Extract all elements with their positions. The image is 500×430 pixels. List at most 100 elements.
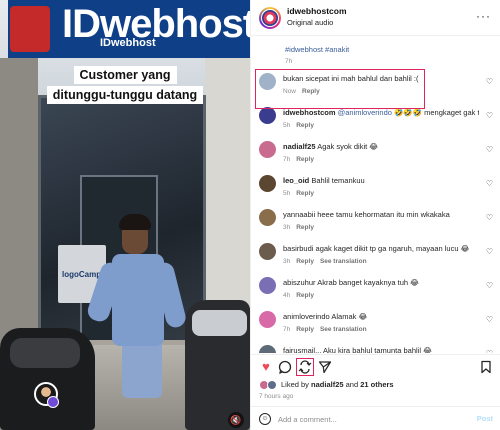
comment-time: 5h — [283, 122, 291, 129]
comment-mention[interactable]: @animloverindo — [338, 108, 392, 117]
more-horizontal-icon[interactable]: ··· — [476, 9, 491, 23]
like-heart-icon[interactable]: ♥ — [259, 360, 273, 374]
caption-time: 7h — [285, 58, 293, 65]
comment-like-heart-icon[interactable]: ♡ — [486, 77, 493, 86]
commenter-avatar[interactable] — [259, 345, 276, 353]
comment-row: leo_oid Bahlil temankuu 5h Reply ♡ — [251, 173, 500, 205]
commenter-avatar[interactable] — [259, 277, 276, 294]
audio-label[interactable]: Original audio — [287, 18, 333, 27]
comment-time: 7h — [283, 156, 291, 163]
mute-icon[interactable]: 🔇 — [228, 412, 244, 428]
action-bar: ♥ — [251, 354, 500, 376]
motorbike-left-seat — [10, 338, 80, 368]
comment-row: idwebhostcom @animloverindo 🤣🤣🤣 mengkage… — [251, 105, 500, 137]
post-button[interactable]: Post — [477, 414, 493, 423]
comment-username[interactable]: nadialf25 — [283, 142, 316, 151]
bookmark-icon[interactable] — [479, 360, 493, 374]
comment-row: abiszuhur Akrab banget kayaknya tuh 😂 4h R… — [251, 275, 500, 307]
reply-button[interactable]: Reply — [296, 156, 314, 163]
commenter-avatar[interactable] — [259, 209, 276, 226]
comment-row: animloverindo Alamak 😂 7h Reply See transla… — [251, 309, 500, 341]
poster-text: logoCamp — [62, 270, 102, 279]
highlight-box — [255, 69, 425, 109]
reply-button[interactable]: Reply — [296, 224, 314, 231]
video-caption: Customer yang ditunggu-tunggu datang — [0, 66, 250, 106]
post-header: idwebhostcom Original audio ··· — [251, 0, 500, 36]
reply-button[interactable]: Reply — [296, 122, 314, 129]
person-jacket — [112, 254, 164, 346]
reply-button[interactable]: Reply — [296, 292, 314, 299]
comment-like-heart-icon[interactable]: ♡ — [486, 281, 493, 290]
likes-others[interactable]: 21 others — [360, 380, 393, 389]
post-time: 7 hours ago — [259, 393, 294, 400]
commenter-avatar[interactable] — [259, 311, 276, 328]
reply-button[interactable]: Reply — [296, 258, 314, 265]
comment-time: 4h — [283, 292, 291, 299]
comment-text: idwebhostcom @animloverindo 🤣🤣🤣 mengkage… — [283, 108, 479, 117]
comment-body: abiszuhur Akrab banget kayaknya tuh 😂 — [283, 278, 419, 287]
comment-like-heart-icon[interactable]: ♡ — [486, 315, 493, 324]
comment-body: basirbudi agak kaget dikit tp ga ngaruh,… — [283, 244, 470, 253]
comment-bubble-icon[interactable] — [278, 360, 292, 374]
reply-button[interactable]: Reply — [296, 190, 314, 197]
comment-body: animloverindo Alamak 😂 — [283, 312, 368, 321]
comment-meta: 3h Reply — [283, 224, 314, 231]
account-avatar[interactable] — [259, 7, 281, 29]
comment-like-heart-icon[interactable]: ♡ — [486, 111, 493, 120]
likes-summary[interactable]: Liked by nadialf25 and 21 others — [259, 380, 394, 391]
comment-text: animloverindo Alamak 😂 — [283, 312, 479, 321]
comment-body: yannaabii heee tamu kehormatan itu min w… — [283, 210, 450, 219]
comment-like-heart-icon[interactable]: ♡ — [486, 247, 493, 256]
likes-middle: and — [343, 380, 361, 389]
comment-time: 3h — [283, 258, 291, 265]
caption-hashtags[interactable]: #idwebhost #anakit — [285, 45, 349, 54]
comment-like-heart-icon[interactable]: ♡ — [486, 349, 493, 353]
comment-like-heart-icon[interactable]: ♡ — [486, 145, 493, 154]
commenter-avatar[interactable] — [259, 243, 276, 260]
comment-username[interactable]: leo_oid — [283, 176, 309, 185]
emoji-icon[interactable]: ☺ — [259, 413, 271, 425]
account-username[interactable]: idwebhostcom — [287, 6, 347, 16]
comment-time: 3h — [283, 224, 291, 231]
reply-button[interactable]: Reply — [296, 326, 314, 333]
comment-meta: 3h Reply See translation — [283, 258, 367, 265]
comment-row: nadialf25 Agak syok dikit 😂 7h Reply ♡ — [251, 139, 500, 171]
commenter-avatar[interactable] — [259, 175, 276, 192]
video-watermark: IDwebhost — [100, 37, 156, 49]
comment-time: 5h — [283, 190, 291, 197]
liker-avatars — [259, 380, 279, 391]
comment-text: yannaabii heee tamu kehormatan itu min w… — [283, 210, 479, 219]
comment-username[interactable]: idwebhostcom — [283, 108, 336, 117]
comment-meta: 7h Reply — [283, 156, 314, 163]
commenter-avatar[interactable] — [259, 107, 276, 124]
share-send-icon[interactable] — [318, 360, 332, 374]
comment-meta: 7h Reply See translation — [283, 326, 367, 333]
see-translation-button[interactable]: See translation — [320, 258, 367, 265]
comment-meta: 4h Reply — [283, 292, 314, 299]
video-caption-line-1: Customer yang — [73, 66, 177, 84]
video-caption-line-2: ditunggu-tunggu datang — [46, 86, 204, 104]
storefront-sign-text: IDwebhost — [62, 2, 250, 46]
reel-video[interactable]: IDwebhost logoCamp IDwebhost Customer ya… — [0, 0, 250, 430]
comment-text: nadialf25 Agak syok dikit 😂 — [283, 142, 479, 151]
likes-user[interactable]: nadialf25 — [311, 380, 344, 389]
comment-meta: 5h Reply — [283, 122, 314, 129]
comment-text: fajrusmail... Aku kira bahlul tamunta ba… — [283, 346, 479, 353]
post-panel: idwebhostcom Original audio ··· #idwebho… — [250, 0, 500, 430]
comment-time: 7h — [283, 326, 291, 333]
comment-input[interactable] — [278, 411, 458, 427]
comment-text: leo_oid Bahlil temankuu — [283, 176, 479, 185]
motorbike-right-panel — [192, 310, 247, 336]
comment-row: fajrusmail... Aku kira bahlul tamunta ba… — [251, 343, 500, 353]
comment-composer: ☺ Post — [251, 406, 500, 430]
comment-body: 🤣🤣🤣 mengkaget gak tuh — [391, 108, 479, 117]
comment-like-heart-icon[interactable]: ♡ — [486, 179, 493, 188]
audio-badge-icon[interactable] — [47, 396, 59, 408]
comment-body: fajrusmail... Aku kira bahlul tamunta ba… — [283, 346, 432, 353]
comment-row: basirbudi agak kaget dikit tp ga ngaruh,… — [251, 241, 500, 273]
comment-like-heart-icon[interactable]: ♡ — [486, 213, 493, 222]
commenter-avatar[interactable] — [259, 141, 276, 158]
comment-body: Agak syok dikit 😂 — [317, 142, 379, 151]
person-hair — [119, 214, 151, 230]
see-translation-button[interactable]: See translation — [320, 326, 367, 333]
